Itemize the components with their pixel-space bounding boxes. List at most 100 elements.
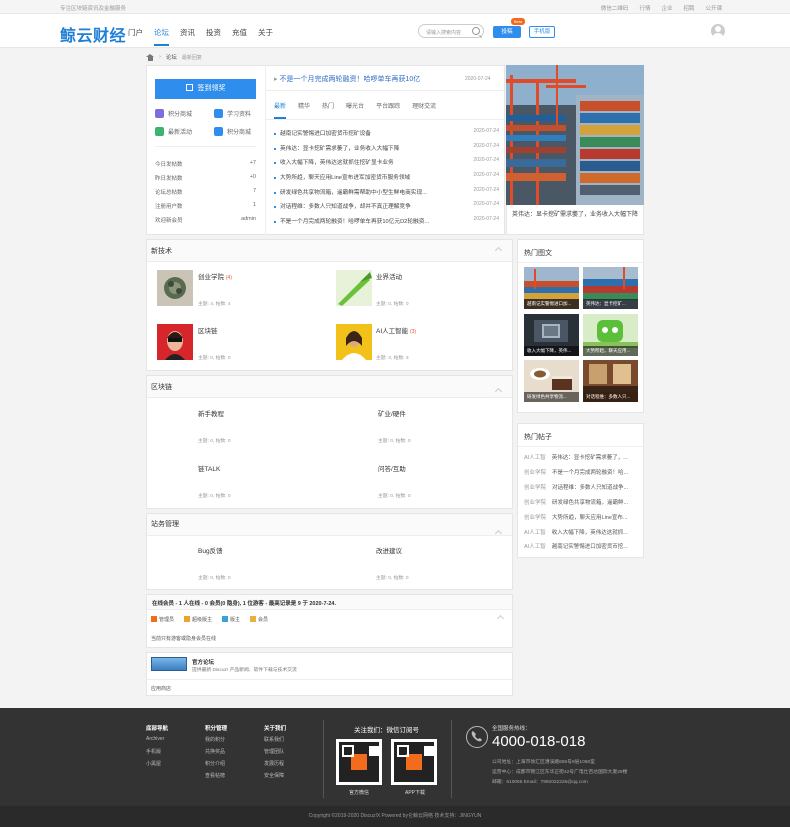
news-item[interactable]: 大势所趋，聊天应用Line宣布进军加密货币服务领域 2020-07-24: [274, 172, 499, 181]
quick-latest-activity[interactable]: 最新活动: [155, 127, 192, 136]
tab-platform[interactable]: 平台跟踪: [376, 101, 400, 119]
post-button[interactable]: 投稿: [493, 26, 521, 38]
top-link-market[interactable]: 行情: [639, 4, 650, 12]
mobile-button[interactable]: 手机版: [529, 26, 555, 38]
discuz-logo-icon[interactable]: [151, 657, 187, 671]
tab-finance[interactable]: 理财交流: [412, 101, 436, 119]
quick-study-material[interactable]: 学习资料: [214, 109, 251, 118]
nav-invest[interactable]: 投资: [206, 27, 221, 46]
stat-total: 论坛总帖数 7: [155, 188, 256, 196]
hot-image-1[interactable]: 越南记实警惕进口加...: [524, 267, 579, 309]
forum-name-tutorial[interactable]: 新手教程: [198, 408, 224, 418]
news-item[interactable]: 收入大幅下降，英伟达这就抓住挖矿显卡业务 2020-07-24: [274, 157, 499, 166]
nav-recharge[interactable]: 充值: [232, 27, 247, 46]
top-link-jobs[interactable]: 招聘: [683, 4, 694, 12]
quick-points-mall-2[interactable]: 积分商城: [214, 127, 251, 136]
forum-name-suggestion[interactable]: 改进建议: [376, 545, 402, 555]
footer-link[interactable]: 查看帖榜: [205, 772, 225, 779]
quick-points-mall[interactable]: 积分商城: [155, 109, 192, 118]
forum-meta-qa: 主题: 0, 帖数: 0: [378, 494, 411, 499]
forum-name-blockchain[interactable]: 区块链: [198, 325, 218, 335]
user-avatar-icon[interactable]: [711, 24, 725, 38]
hot-image-6[interactable]: 对话程维：多数人只...: [583, 360, 638, 402]
calendar-icon: [155, 127, 164, 136]
nav-about[interactable]: 关于: [258, 27, 273, 46]
forum-name-bug-report[interactable]: Bug反馈: [198, 545, 223, 555]
hot-post-item[interactable]: AI人工智 英伟达：显卡挖矿需求萎了，...: [524, 453, 638, 461]
service-phone: 4000-018-018: [492, 733, 586, 750]
footer-link[interactable]: 联系我们: [264, 736, 284, 743]
app-store-link[interactable]: 应用商店: [151, 685, 171, 692]
footer-col-title: 积分管理: [205, 726, 228, 732]
news-headline[interactable]: ▸ 不是一个月完成两轮融资！哈啰单车再获10亿: [274, 74, 420, 84]
sign-in-reward-button[interactable]: 签到领奖: [155, 79, 256, 99]
nav-portal[interactable]: 门户: [128, 27, 143, 46]
forum-meta-startup: 主题: 4, 帖数: 4: [198, 302, 231, 307]
site-logo[interactable]: 鲸云财经: [60, 22, 126, 46]
news-item[interactable]: 越南记实警惕进口加密货币挖矿设备 2020-07-24: [274, 128, 499, 137]
nav-news[interactable]: 资讯: [180, 27, 195, 46]
collapse-chevron-icon[interactable]: [497, 615, 505, 620]
news-item[interactable]: 英伟达：显卡挖矿需求萎了，业务收入大幅下降 2020-07-24: [274, 143, 499, 152]
footer-link[interactable]: 发展历程: [264, 760, 284, 767]
tab-latest[interactable]: 最新: [274, 101, 287, 119]
footer-link[interactable]: 兑换奖品: [205, 748, 225, 755]
forum-name-startup[interactable]: 创业学院 (4): [198, 271, 232, 281]
footer-link[interactable]: Archiver: [146, 736, 164, 742]
hot-image-3[interactable]: 收入大幅下降，英伟...: [524, 314, 579, 356]
top-link-wechat[interactable]: 微信二维码: [601, 4, 629, 12]
collapse-chevron-icon[interactable]: [495, 530, 503, 535]
hot-post-item[interactable]: 创业学院 不是一个月完成两轮融资！哈...: [524, 468, 638, 476]
tab-digest[interactable]: 精华: [298, 101, 310, 119]
nav-forum[interactable]: 论坛: [154, 27, 169, 46]
hot-image-4[interactable]: 大势所趋，聊天应用...: [583, 314, 638, 356]
forum-icon-industry[interactable]: [336, 270, 372, 306]
news-item[interactable]: 对话程维：多数人只知道战争，却并不真正理解竞争 2020-07-24: [274, 201, 499, 210]
hot-post-item[interactable]: AI人工智 收入大幅下降，英伟达这就抓...: [524, 528, 638, 536]
new-member-link[interactable]: admin: [241, 216, 256, 224]
banner-image[interactable]: [506, 65, 644, 205]
forum-name-qa[interactable]: 问答/互助: [378, 463, 406, 473]
hot-post-item[interactable]: 创业学院 对话程维：多数人只知道战争...: [524, 483, 638, 491]
forum-name-chain-talk[interactable]: 链TALK: [198, 463, 220, 473]
forum-name-industry[interactable]: 业界活动: [376, 271, 402, 281]
home-icon[interactable]: [146, 53, 154, 61]
hot-images-divider: [518, 262, 643, 263]
footer-link[interactable]: 安全保障: [264, 772, 284, 779]
footer-link[interactable]: 积分介绍: [205, 760, 225, 767]
tab-exposure[interactable]: 曝光台: [346, 101, 364, 119]
collapse-chevron-icon[interactable]: [495, 388, 503, 393]
forum-icon-ai[interactable]: [336, 324, 372, 360]
news-item[interactable]: 不是一个月完成两轮融资！哈啰单车再获10亿元D2轮融资... 2020-07-24: [274, 216, 499, 225]
wechat-qr-code[interactable]: [336, 739, 382, 785]
search-input[interactable]: 请输入搜索内容: [418, 24, 484, 38]
hot-post-item[interactable]: 创业学院 大势所趋，聊天应用Line宣布...: [524, 513, 638, 521]
forum-name-mining[interactable]: 矿业/硬件: [378, 408, 406, 418]
forum-name-ai[interactable]: AI人工智能 (3): [376, 325, 416, 335]
footer-link[interactable]: 管理团队: [264, 748, 284, 755]
forum-icon-startup[interactable]: [157, 270, 193, 306]
hot-image-5[interactable]: 研发绿色共享物流...: [524, 360, 579, 402]
collapse-chevron-icon[interactable]: [495, 247, 503, 252]
tab-hot[interactable]: 热门: [322, 101, 334, 119]
container-port-image: [506, 65, 644, 205]
official-title[interactable]: 官方论坛: [192, 658, 214, 666]
top-link-course[interactable]: 公开课: [705, 4, 722, 12]
hot-images-title: 热门图文: [524, 250, 552, 257]
footer-link[interactable]: 我的积分: [205, 736, 225, 743]
hot-post-item[interactable]: 创业学院 研发绿色共享物流箱，遥霸鲜...: [524, 498, 638, 506]
footer-link[interactable]: 小黑屋: [146, 760, 161, 767]
breadcrumb-forum[interactable]: 论坛: [166, 53, 177, 61]
app-qr-code[interactable]: [391, 739, 437, 785]
hot-post-item[interactable]: AI人工智 越南记实警惕进口加密货币挖...: [524, 542, 638, 550]
news-item[interactable]: 研发绿色共享物流箱，遥霸鲜需帮助中小型生鲜电商实现... 2020-07-24: [274, 187, 499, 196]
forum-meta-bug-report: 主题: 0, 帖数: 0: [198, 576, 231, 581]
search-icon[interactable]: [472, 27, 480, 35]
top-link-enterprise[interactable]: 企业: [661, 4, 672, 12]
official-desc: 提供最新 Discuz! 产品新闻、软件下载与技术交流: [192, 668, 297, 673]
section-title-blockchain: 区块链: [151, 384, 172, 391]
banner-caption[interactable]: 英伟达：显卡挖矿需求萎了，业务收入大幅下降: [512, 210, 640, 221]
hot-image-2[interactable]: 英伟达：显卡挖矿...: [583, 267, 638, 309]
footer-link[interactable]: 手机版: [146, 748, 161, 755]
forum-icon-blockchain[interactable]: [157, 324, 193, 360]
